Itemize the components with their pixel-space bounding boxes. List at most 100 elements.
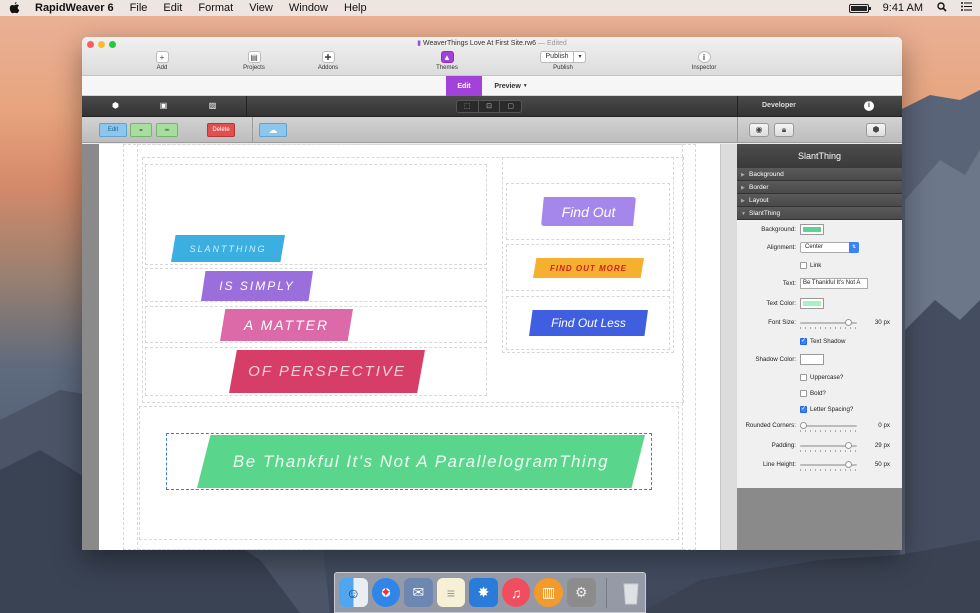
dock-divider xyxy=(605,577,607,608)
menu-format[interactable]: Format xyxy=(198,2,233,14)
menu-file[interactable]: File xyxy=(130,2,148,14)
padding-slider[interactable] xyxy=(800,442,857,452)
page-area[interactable]: SLANTTHING IS SIMPLY A MATTER OF PERSPEC… xyxy=(99,144,720,550)
apple-icon[interactable] xyxy=(9,2,21,14)
publish-dropdown-icon[interactable]: ▾ xyxy=(574,51,587,63)
alignment-select[interactable]: Center ⇅ xyxy=(800,242,859,253)
text-color-well[interactable] xyxy=(800,298,824,309)
trash-icon[interactable] xyxy=(616,578,645,607)
section-background[interactable]: ▶ Background xyxy=(737,168,902,181)
battery-icon[interactable] xyxy=(848,3,871,13)
slant-ribbon-2-text: IS SIMPLY xyxy=(219,279,295,293)
shadow-color-well[interactable] xyxy=(800,354,824,365)
background-color-well[interactable] xyxy=(800,224,824,235)
find-out-button[interactable]: Find Out xyxy=(541,197,636,226)
text-shadow-checkbox[interactable] xyxy=(800,337,807,345)
publish-button[interactable]: Publish xyxy=(539,51,575,63)
projects-button[interactable]: ▤ Projects xyxy=(229,51,279,71)
image-icon[interactable]: ▨ xyxy=(208,101,217,110)
delete-button[interactable]: Delete xyxy=(207,123,235,137)
bold-checkbox[interactable] xyxy=(800,390,807,397)
find-out-more-button[interactable]: FIND OUT MORE xyxy=(533,258,644,278)
padding-slider-knob[interactable] xyxy=(845,442,852,449)
alignment-value: Center xyxy=(805,244,824,250)
box-view-icon[interactable]: ▢ xyxy=(500,101,521,112)
line-height-label: Line Height: xyxy=(762,461,796,468)
stack-icon[interactable]: ⬢ xyxy=(866,123,886,137)
info-icon[interactable]: i xyxy=(864,101,874,111)
edit-button[interactable]: Edit xyxy=(99,123,127,137)
section-layout[interactable]: ▶ Layout xyxy=(737,194,902,207)
slant-ribbon-4[interactable]: OF PERSPECTIVE xyxy=(229,350,425,393)
spotlight-search-icon[interactable] xyxy=(937,1,947,15)
rounded-corners-slider-knob[interactable] xyxy=(800,422,807,429)
itunes-icon[interactable]: ♫ xyxy=(501,578,531,607)
line-height-slider[interactable] xyxy=(800,461,857,471)
find-out-button-text: Find Out xyxy=(561,203,616,220)
menu-window[interactable]: Window xyxy=(289,2,328,14)
slant-ribbon-3[interactable]: A MATTER xyxy=(220,309,353,341)
line-height-slider-knob[interactable] xyxy=(845,461,852,468)
font-size-slider[interactable] xyxy=(800,319,857,329)
system-preferences-icon[interactable]: ⚙ xyxy=(566,578,596,607)
section-border-label: Border xyxy=(749,184,769,191)
find-out-more-button-text: FIND OUT MORE xyxy=(550,263,627,273)
link-checkbox[interactable] xyxy=(800,262,807,269)
finder-icon[interactable]: ☺ xyxy=(339,578,368,607)
letter-spacing-checkbox[interactable] xyxy=(800,405,807,413)
tab-edit[interactable]: Edit xyxy=(446,76,482,96)
section-slantthing[interactable]: ▼ SlantThing xyxy=(737,207,902,220)
uppercase-checkbox[interactable] xyxy=(800,374,807,381)
parallelogram-banner[interactable]: Be Thankful It's Not A ParallelogramThin… xyxy=(197,435,645,488)
window-title: ▮ WeaverThings Love At First Site.rw6 — … xyxy=(82,39,902,47)
clock[interactable]: 9:41 AM xyxy=(883,2,923,14)
menu-bar: RapidWeaver 6 File Edit Format View Wind… xyxy=(0,0,980,16)
window-title-text: WeaverThings Love At First Site.rw6 xyxy=(422,40,537,47)
view-mode-segmented-control: ⬚ ⊡ ▢ xyxy=(456,100,522,113)
crop-view-icon[interactable]: ⊡ xyxy=(479,101,501,112)
tab-preview[interactable]: Preview ▼ xyxy=(486,76,536,96)
section-border[interactable]: ▶ Border xyxy=(737,181,902,194)
vertical-scrollbar[interactable] xyxy=(720,144,737,550)
puzzle-icon: ✚ xyxy=(321,51,335,63)
mail-icon[interactable]: ✉ xyxy=(404,578,433,607)
fullscreen-view-icon[interactable]: ⬚ xyxy=(457,101,479,112)
section-background-label: Background xyxy=(749,171,784,178)
slant-ribbon-1-text: SLANTTHING xyxy=(189,243,267,254)
notes-icon[interactable]: ≡ xyxy=(436,578,466,607)
cube-icon[interactable]: ⬢ xyxy=(111,101,120,110)
add-button[interactable]: + Add xyxy=(137,51,187,71)
alignment-label: Alignment: xyxy=(766,244,796,251)
menu-edit[interactable]: Edit xyxy=(163,2,182,14)
inspector-empty-area xyxy=(737,488,902,550)
app-menu[interactable]: RapidWeaver 6 xyxy=(35,2,114,14)
safari-icon[interactable]: ✦ xyxy=(371,578,401,607)
ibooks-icon[interactable]: ▥ xyxy=(534,578,563,607)
info-icon: i xyxy=(697,51,711,63)
themes-button[interactable]: ▲ Themes xyxy=(422,51,472,71)
unlink-icon[interactable]: ⚮ xyxy=(156,123,178,137)
inspector-button[interactable]: i Inspector xyxy=(679,51,729,71)
find-out-less-button[interactable]: Find Out Less xyxy=(529,310,648,336)
font-size-slider-knob[interactable] xyxy=(845,319,852,326)
addons-button[interactable]: ✚ Addons xyxy=(303,51,353,71)
slant-box-2[interactable] xyxy=(145,268,487,302)
eye-icon[interactable]: ◉ xyxy=(749,123,769,137)
link-icon[interactable]: ⚭ xyxy=(130,123,152,137)
menu-view[interactable]: View xyxy=(249,2,273,14)
lock-icon[interactable]: 🔒︎ xyxy=(774,123,794,137)
notification-center-icon[interactable] xyxy=(961,2,972,14)
title-bar: ▮ WeaverThings Love At First Site.rw6 — … xyxy=(82,37,902,76)
layout-icon[interactable]: ▣ xyxy=(159,101,168,110)
cloud-icon[interactable]: ☁ xyxy=(259,123,287,137)
padding-value: 29 px xyxy=(874,442,890,449)
text-color-label: Text Color: xyxy=(766,300,796,307)
menu-help[interactable]: Help xyxy=(344,2,367,14)
rapidweaver-icon[interactable]: ✸ xyxy=(469,578,498,607)
slant-ribbon-2[interactable]: IS SIMPLY xyxy=(201,271,313,301)
section-slantthing-label: SlantThing xyxy=(749,210,781,217)
slant-ribbon-1[interactable]: SLANTTHING xyxy=(171,235,285,262)
rounded-corners-slider[interactable] xyxy=(800,422,857,432)
inspector-title: SlantThing xyxy=(737,144,902,168)
text-field[interactable]: Be Thankful It's Not A xyxy=(800,278,868,289)
